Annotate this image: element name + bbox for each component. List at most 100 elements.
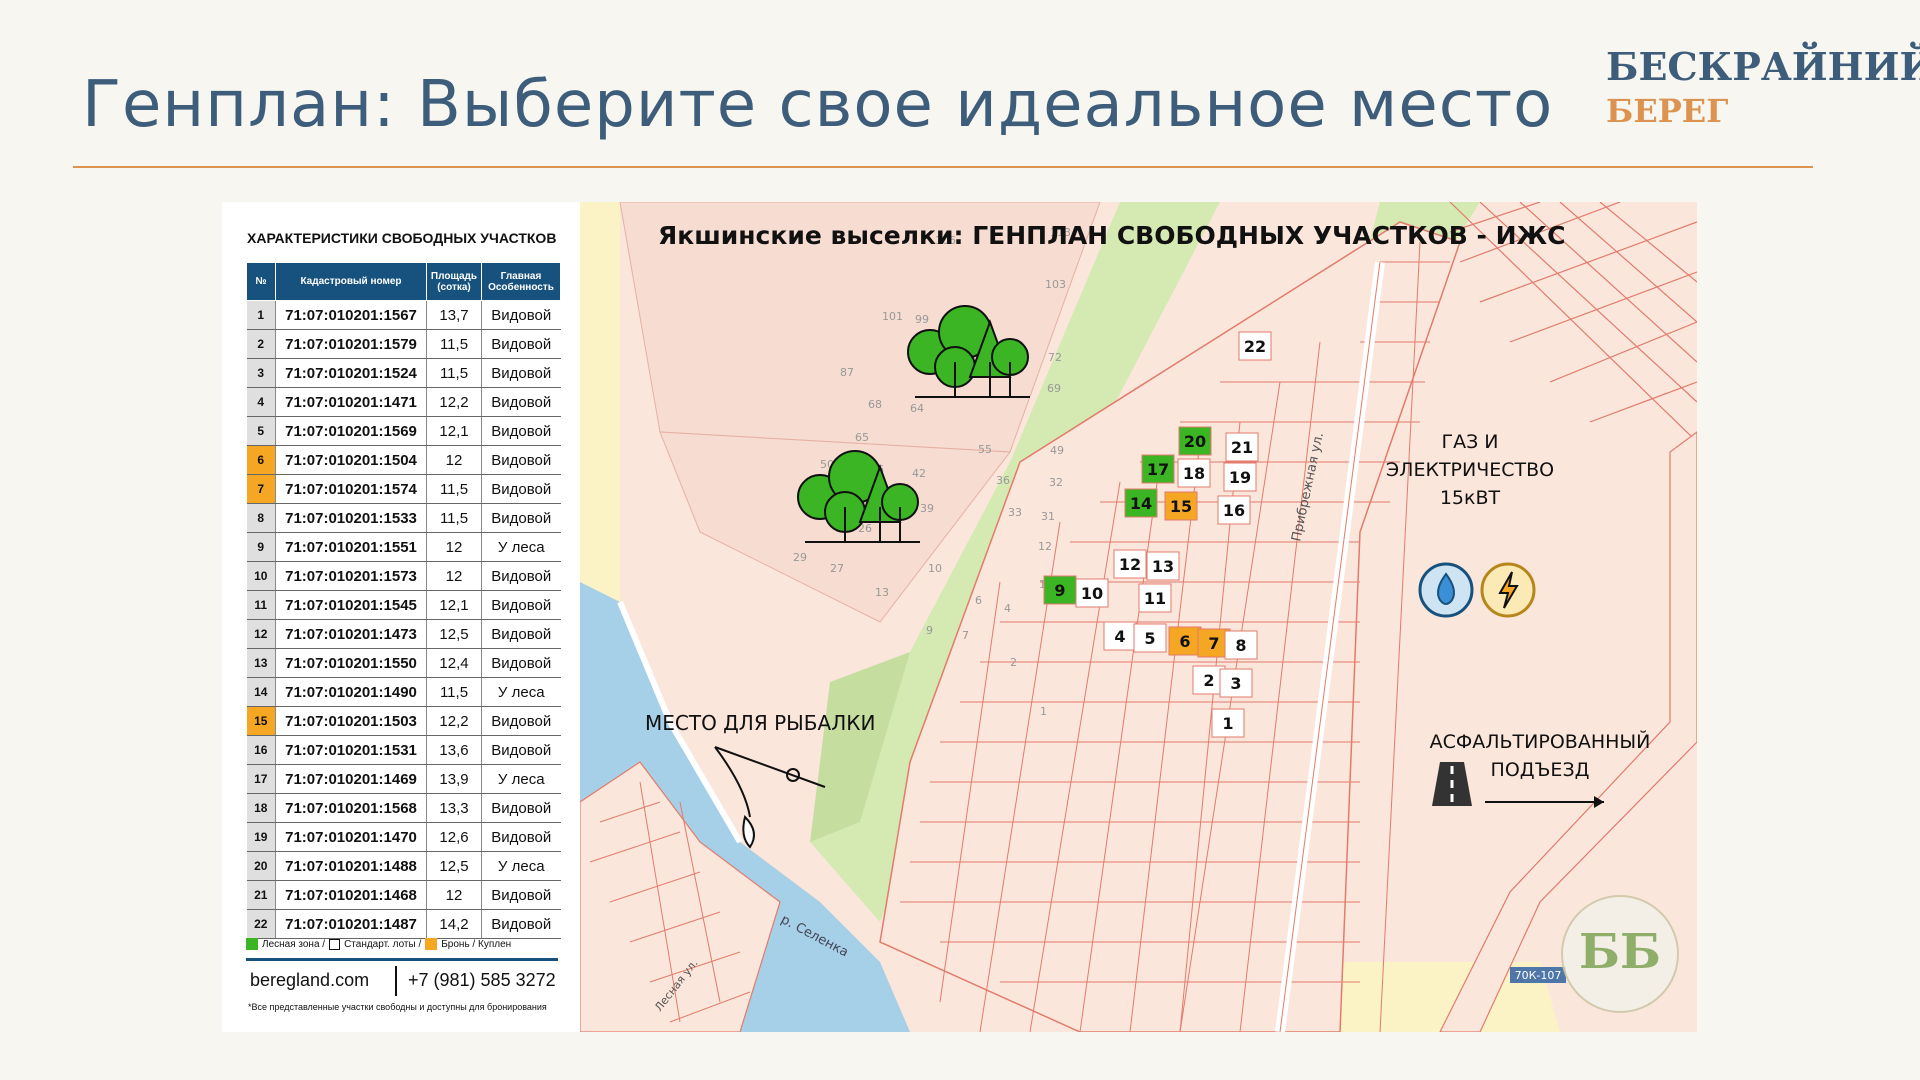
cell-area: 12,2 bbox=[426, 387, 482, 417]
contacts-divider bbox=[246, 958, 558, 961]
legend-standard: Стандарт. лоты / bbox=[344, 938, 422, 950]
availability-note: *Все представленные участки свободны и д… bbox=[248, 1002, 547, 1012]
cell-feat: У леса bbox=[481, 532, 561, 562]
lot-number-label: 22 bbox=[1244, 337, 1266, 356]
cell-num: 8 bbox=[246, 503, 276, 533]
cadastre-number: 87 bbox=[840, 366, 854, 379]
cell-num: 12 bbox=[246, 619, 276, 649]
col-cadastre: Кадастровый номер bbox=[275, 262, 427, 301]
cell-area: 11,5 bbox=[426, 329, 482, 359]
col-feature: Главная Особенность bbox=[481, 262, 561, 301]
table-row: 3 71:07:010201:1524 11,5 Видовой bbox=[246, 358, 561, 388]
cell-cad: 71:07:010201:1504 bbox=[275, 445, 427, 475]
cell-cad: 71:07:010201:1473 bbox=[275, 619, 427, 649]
cell-cad: 71:07:010201:1579 bbox=[275, 329, 427, 359]
cadastre-number: 64 bbox=[910, 402, 924, 415]
lot-number-label: 21 bbox=[1231, 438, 1253, 457]
cell-feat: Видовой bbox=[481, 300, 561, 330]
cell-area: 11,5 bbox=[426, 358, 482, 388]
cadastre-number: 65 bbox=[855, 431, 869, 444]
table-row: 12 71:07:010201:1473 12,5 Видовой bbox=[246, 619, 561, 649]
cell-num: 22 bbox=[246, 909, 276, 939]
cadastre-number: 13 bbox=[875, 586, 889, 599]
lot-number-label: 1 bbox=[1222, 714, 1233, 733]
legend-forest: Лесная зона / bbox=[262, 938, 326, 950]
cell-cad: 71:07:010201:1568 bbox=[275, 793, 427, 823]
table-row: 9 71:07:010201:1551 12 У леса bbox=[246, 532, 561, 562]
cadastre-number: 31 bbox=[1041, 510, 1055, 523]
site-plan-map: Прибрежная ул. р. Селенка Лесная ул. 121… bbox=[580, 202, 1697, 1032]
cadastre-number: 12 bbox=[1038, 540, 1052, 553]
cell-cad: 71:07:010201:1490 bbox=[275, 677, 427, 707]
cell-feat: Видовой bbox=[481, 561, 561, 591]
lot-number-label: 6 bbox=[1179, 632, 1190, 651]
cell-cad: 71:07:010201:1551 bbox=[275, 532, 427, 562]
table-row: 5 71:07:010201:1569 12,1 Видовой bbox=[246, 416, 561, 446]
cell-cad: 71:07:010201:1503 bbox=[275, 706, 427, 736]
cell-feat: Видовой bbox=[481, 880, 561, 910]
cell-feat: У леса bbox=[481, 851, 561, 881]
road-label-line2: ПОДЪЕЗД bbox=[1491, 759, 1590, 781]
cell-area: 12 bbox=[426, 445, 482, 475]
cell-num: 14 bbox=[246, 677, 276, 707]
legend-booked-swatch bbox=[425, 938, 438, 950]
cell-feat: Видовой bbox=[481, 590, 561, 620]
lots-panel: ХАРАКТЕРИСТИКИ СВОБОДНЫХ УЧАСТКОВ № Када… bbox=[222, 202, 580, 1032]
table-row: 6 71:07:010201:1504 12 Видовой bbox=[246, 445, 561, 475]
cadastre-number: 1 bbox=[1040, 705, 1047, 718]
legend-forest-swatch bbox=[246, 938, 258, 950]
cell-num: 9 bbox=[246, 532, 276, 562]
site-plan-svg: Прибрежная ул. р. Селенка Лесная ул. 121… bbox=[580, 202, 1697, 1032]
brand-stamp: ББ bbox=[1561, 895, 1679, 1013]
cell-feat: Видовой bbox=[481, 706, 561, 736]
cell-area: 12,1 bbox=[426, 416, 482, 446]
table-row: 18 71:07:010201:1568 13,3 Видовой bbox=[246, 793, 561, 823]
fishing-label: МЕСТО ДЛЯ РЫБАЛКИ bbox=[645, 711, 875, 735]
cell-area: 12 bbox=[426, 532, 482, 562]
cadastre-number: 42 bbox=[912, 467, 926, 480]
phone-link[interactable]: +7 (981) 585 3272 bbox=[408, 970, 556, 991]
cell-area: 12,5 bbox=[426, 851, 482, 881]
table-row: 15 71:07:010201:1503 12,2 Видовой bbox=[246, 706, 561, 736]
lot-number-label: 9 bbox=[1054, 581, 1065, 600]
cadastre-number: 99 bbox=[915, 313, 929, 326]
cell-num: 18 bbox=[246, 793, 276, 823]
cell-num: 5 bbox=[246, 416, 276, 446]
cadastre-number: 10 bbox=[928, 562, 942, 575]
cell-feat: Видовой bbox=[481, 619, 561, 649]
lot-number-label: 19 bbox=[1229, 468, 1251, 487]
table-row: 14 71:07:010201:1490 11,5 У леса bbox=[246, 677, 561, 707]
table-row: 20 71:07:010201:1488 12,5 У леса bbox=[246, 851, 561, 881]
cell-cad: 71:07:010201:1469 bbox=[275, 764, 427, 794]
lots-panel-title: ХАРАКТЕРИСТИКИ СВОБОДНЫХ УЧАСТКОВ bbox=[247, 230, 557, 246]
cell-feat: Видовой bbox=[481, 416, 561, 446]
cadastre-number: 7 bbox=[962, 629, 969, 642]
lot-number-label: 14 bbox=[1130, 494, 1152, 513]
cadastre-number: 9 bbox=[926, 624, 933, 637]
lot-number-label: 4 bbox=[1114, 627, 1125, 646]
cadastre-number: 108 bbox=[1015, 202, 1036, 205]
lot-number-label: 16 bbox=[1223, 501, 1245, 520]
cell-area: 12,2 bbox=[426, 706, 482, 736]
cadastre-number: 6 bbox=[975, 594, 982, 607]
cell-num: 15 bbox=[246, 706, 276, 736]
website-link[interactable]: beregland.com bbox=[250, 970, 369, 991]
gas-icon bbox=[1418, 562, 1474, 618]
road-number-text: 70К-107 bbox=[1515, 969, 1562, 982]
cadastre-number: 69 bbox=[1047, 382, 1061, 395]
cell-num: 10 bbox=[246, 561, 276, 591]
utilities-line1: ГАЗ И bbox=[1441, 431, 1498, 453]
cell-area: 12,5 bbox=[426, 619, 482, 649]
cell-area: 11,5 bbox=[426, 677, 482, 707]
table-row: 19 71:07:010201:1470 12,6 Видовой bbox=[246, 822, 561, 852]
cadastre-number: 101 bbox=[882, 310, 903, 323]
cell-feat: Видовой bbox=[481, 793, 561, 823]
cell-area: 13,6 bbox=[426, 735, 482, 765]
col-num: № bbox=[246, 262, 276, 301]
cell-area: 13,9 bbox=[426, 764, 482, 794]
cadastre-number: 36 bbox=[996, 474, 1010, 487]
lot-number-label: 12 bbox=[1119, 555, 1141, 574]
cell-num: 2 bbox=[246, 329, 276, 359]
cell-num: 17 bbox=[246, 764, 276, 794]
road-label-line1: АСФАЛЬТИРОВАННЫЙ bbox=[1430, 730, 1651, 753]
